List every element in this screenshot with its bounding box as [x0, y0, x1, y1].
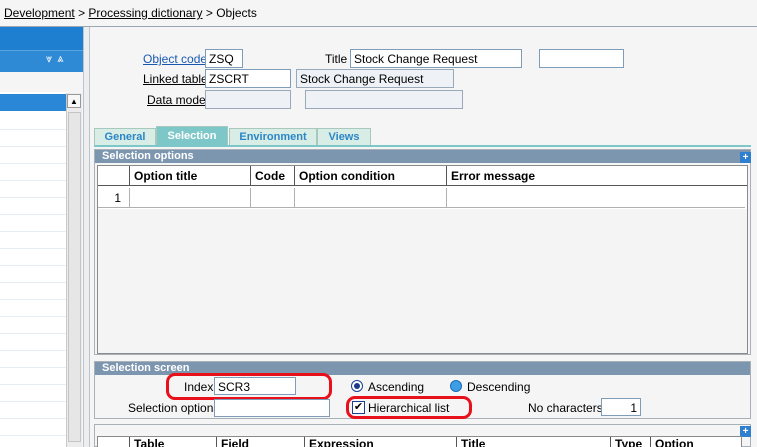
column-header-field[interactable]: Field: [217, 437, 305, 447]
breadcrumb-link-development[interactable]: Development: [4, 6, 75, 20]
list-row-divider: [0, 418, 66, 419]
list-row-divider: [0, 299, 66, 300]
fields-grid: Table Field Expression Title Type Option: [97, 436, 742, 447]
panel-splitter[interactable]: [83, 27, 90, 447]
linked-table-field[interactable]: ZSCRT: [205, 69, 291, 88]
breadcrumb-separator: >: [78, 6, 86, 20]
row-number: 1: [98, 188, 130, 208]
column-header-expression[interactable]: Expression: [305, 437, 457, 447]
list-row-divider: [0, 214, 66, 215]
data-model-field[interactable]: [205, 90, 291, 109]
highlight-index: [166, 373, 332, 400]
list-row-divider: [0, 248, 66, 249]
object-code-label[interactable]: Object code: [143, 52, 207, 66]
list-row-divider: [0, 316, 66, 317]
descending-label[interactable]: Descending: [467, 380, 530, 394]
breadcrumb-separator: >: [205, 6, 213, 20]
list-row-divider: [0, 129, 66, 130]
selection-options-label: Selection options: [128, 401, 220, 415]
list-row-divider: [0, 350, 66, 351]
cell-option-title[interactable]: [130, 188, 251, 208]
cell-code[interactable]: [251, 188, 295, 208]
tab-underline: [94, 145, 751, 147]
no-characters-label: No characters: [528, 401, 603, 415]
scrollbar-thumb[interactable]: [68, 112, 81, 442]
list-row-divider: [0, 367, 66, 368]
grid-corner-header: [98, 166, 130, 186]
list-row-divider: [0, 401, 66, 402]
column-header-option[interactable]: Option: [651, 437, 741, 447]
highlight-hierarchical-list: [346, 396, 472, 419]
selection-options-field[interactable]: [214, 399, 330, 417]
breadcrumb-link-processing-dictionary[interactable]: Processing dictionary: [88, 6, 202, 20]
list-row-divider: [0, 265, 66, 266]
column-header-code[interactable]: Code: [251, 166, 295, 186]
selection-options-header: Selection options: [95, 150, 750, 163]
grid-corner-header: [98, 437, 130, 447]
list-row-divider: [0, 146, 66, 147]
list-row-divider: [0, 231, 66, 232]
column-header-table[interactable]: Table: [130, 437, 217, 447]
column-header-error-message[interactable]: Error message: [447, 166, 747, 186]
left-panel-toolbar: [0, 51, 83, 72]
list-row-divider: [0, 384, 66, 385]
list-row-divider: [0, 197, 66, 198]
ascending-label[interactable]: Ascending: [368, 380, 424, 394]
grid-empty-area: [98, 209, 747, 353]
left-panel-icons: ⩔ ⩓: [46, 53, 65, 66]
left-panel-selected-item[interactable]: [0, 94, 66, 111]
column-header-type[interactable]: Type: [611, 437, 651, 447]
title-field[interactable]: Stock Change Request: [350, 49, 522, 68]
scroll-up-icon[interactable]: ▲: [67, 94, 81, 108]
object-code-field[interactable]: ZSQ: [205, 49, 243, 68]
column-header-option-title[interactable]: Option title: [130, 166, 251, 186]
tab-selection[interactable]: Selection: [156, 126, 228, 145]
linked-table-description: Stock Change Request: [296, 69, 454, 88]
top-divider: [0, 26, 757, 27]
title-extra-field[interactable]: [539, 49, 624, 68]
list-row-divider: [0, 333, 66, 334]
linked-table-label[interactable]: Linked table: [143, 72, 208, 86]
selection-options-grid: Option title Code Option condition Error…: [97, 165, 748, 354]
column-header-title[interactable]: Title: [457, 437, 611, 447]
list-row-divider: [0, 282, 66, 283]
breadcrumb: Development > Processing dictionary > Ob…: [4, 6, 257, 20]
cell-option-condition[interactable]: [295, 188, 447, 208]
list-row-divider: [0, 435, 66, 436]
tab-views[interactable]: Views: [317, 128, 371, 145]
collapse-all-icon[interactable]: ⩔: [46, 53, 53, 65]
radio-ascending[interactable]: [351, 380, 363, 392]
add-icon[interactable]: +: [740, 152, 751, 163]
title-label: Title: [325, 52, 348, 66]
breadcrumb-current: Objects: [216, 6, 257, 20]
list-row-divider: [0, 163, 66, 164]
tab-environment[interactable]: Environment: [229, 128, 317, 145]
data-model-description: [305, 90, 463, 109]
radio-dot: [354, 383, 360, 389]
cell-error-message[interactable]: [447, 188, 745, 208]
tab-general[interactable]: General: [94, 128, 156, 145]
column-header-option-condition[interactable]: Option condition: [295, 166, 447, 186]
radio-descending[interactable]: [450, 380, 462, 392]
left-panel-header: [0, 27, 83, 50]
data-model-label[interactable]: Data model: [147, 93, 208, 107]
list-row-divider: [0, 180, 66, 181]
expand-all-icon[interactable]: ⩓: [57, 53, 64, 65]
no-characters-field[interactable]: 1: [601, 398, 641, 416]
